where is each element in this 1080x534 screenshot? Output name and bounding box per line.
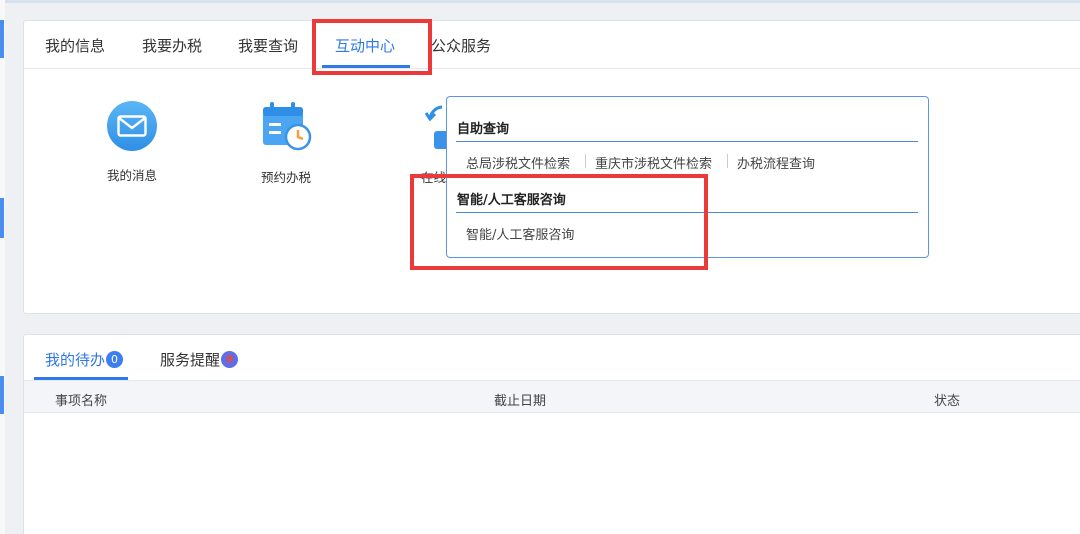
calendar-clock-icon: [260, 101, 312, 153]
refresh-icon: [406, 101, 448, 153]
todo-tabs: 我的待办 0 服务提醒 9: [24, 335, 1080, 381]
tool-label: 预约办税: [260, 170, 311, 185]
tab-public-service[interactable]: 公众服务: [431, 35, 491, 56]
sidebar-marker: [0, 376, 4, 414]
tab-query[interactable]: 我要查询: [238, 35, 298, 56]
tab-tax-handling[interactable]: 我要办税: [142, 35, 202, 56]
link-chongqing-tax-doc-search[interactable]: 重庆市涉税文件检索: [595, 153, 712, 172]
column-header-item-name: 事项名称: [55, 394, 108, 409]
tab-service-reminder[interactable]: 服务提醒 9: [160, 349, 239, 370]
reminder-count-badge: 9: [221, 351, 239, 368]
highlight-frame: [410, 174, 708, 270]
column-header-deadline: 截止日期: [494, 394, 547, 409]
todo-count-badge: 0: [106, 351, 124, 368]
left-sidebar-edge: [0, 0, 5, 534]
tab-label: 服务提醒: [160, 351, 221, 369]
link-separator: [585, 154, 586, 168]
tab-my-info[interactable]: 我的信息: [45, 35, 105, 56]
table-header: 事项名称 截止日期 状态: [24, 381, 1080, 413]
tool-label: 我的消息: [106, 168, 157, 183]
link-tax-process-query[interactable]: 办税流程查询: [737, 153, 815, 172]
active-tab-indicator: [34, 377, 128, 380]
tab-label: 我的待办: [45, 351, 106, 369]
todo-panel: 我的待办 0 服务提醒 9 事项名称 截止日期 状态: [23, 334, 1080, 534]
tool-my-messages[interactable]: 我的消息: [87, 101, 177, 184]
tool-appointment[interactable]: 预约办税: [241, 101, 331, 186]
divider: [456, 141, 918, 142]
link-separator: [727, 154, 728, 168]
mail-icon: [107, 101, 157, 151]
sidebar-marker: [0, 198, 4, 238]
sidebar-marker: [0, 20, 4, 58]
section-title-self-query: 自助查询: [457, 122, 510, 137]
top-strip: [0, 0, 1080, 3]
main-tabs: 我的信息 我要办税 我要查询 互动中心 公众服务: [24, 21, 1080, 69]
column-header-status: 状态: [934, 394, 961, 409]
highlight-frame: [312, 19, 432, 75]
tab-my-todo[interactable]: 我的待办 0: [45, 349, 124, 370]
link-national-tax-doc-search[interactable]: 总局涉税文件检索: [466, 153, 570, 172]
